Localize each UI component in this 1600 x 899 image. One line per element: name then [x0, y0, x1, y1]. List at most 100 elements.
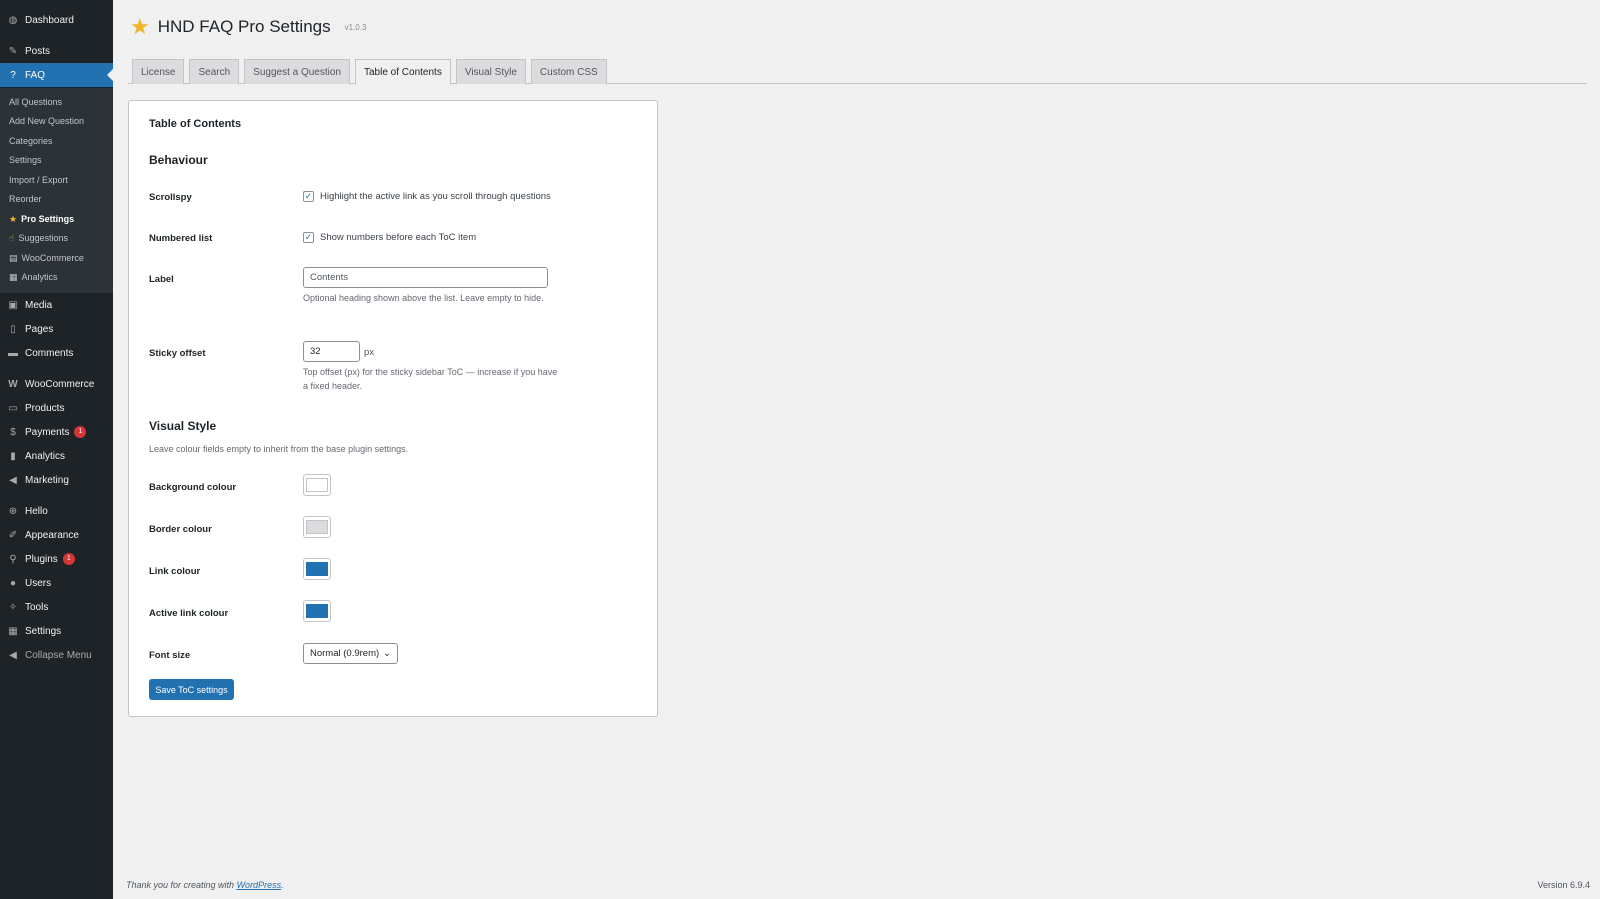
menu-analytics[interactable]: ▮ Analytics: [0, 444, 113, 468]
tab-table-of-contents[interactable]: Table of Contents: [355, 59, 451, 85]
wordpress-link[interactable]: WordPress: [237, 880, 282, 890]
wrench-icon: ✧: [8, 601, 18, 613]
scrollspy-checkbox[interactable]: ✓: [303, 191, 314, 202]
submenu-label: WooCommerce: [21, 253, 84, 263]
menu-faq[interactable]: ? FAQ: [0, 63, 113, 87]
dashboard-icon: ◍: [8, 14, 18, 26]
menu-pages[interactable]: ▯ Pages: [0, 317, 113, 341]
page-title: HND FAQ Pro Settings: [157, 17, 331, 36]
save-toc-settings-button[interactable]: Save ToC settings: [149, 679, 234, 700]
footer-thanks-suffix: .: [281, 880, 284, 890]
submenu-categories[interactable]: Categories: [9, 134, 53, 148]
label-field-label: Label: [149, 274, 174, 285]
menu-label: Users: [25, 577, 52, 589]
menu-label: Dashboard: [25, 14, 74, 26]
user-icon: ●: [9, 577, 17, 589]
border-colour-picker[interactable]: [303, 516, 331, 538]
products-icon: ▭: [8, 402, 18, 414]
menu-appearance[interactable]: ✐ Appearance: [0, 523, 113, 547]
sticky-offset-label: Sticky offset: [149, 348, 206, 359]
submenu-label: Categories: [9, 136, 53, 146]
numbered-list-option[interactable]: ✓ Show numbers before each ToC item: [303, 232, 476, 243]
submenu-label: Reorder: [9, 194, 42, 204]
chevron-down-icon: ⌄: [383, 648, 391, 659]
pin-icon: ✎: [8, 45, 18, 57]
toc-settings-panel: Table of Contents Behaviour Scrollspy ✓ …: [128, 100, 658, 717]
collapse-menu-button[interactable]: ◀ Collapse Menu: [0, 643, 113, 667]
behaviour-heading: Behaviour: [149, 153, 208, 167]
submenu-settings[interactable]: Settings: [9, 153, 42, 167]
font-size-label: Font size: [149, 650, 191, 661]
payments-icon: $: [10, 426, 16, 438]
menu-comments[interactable]: ▬ Comments: [0, 341, 113, 365]
menu-label: Comments: [25, 347, 74, 359]
menu-label: Settings: [25, 625, 62, 637]
submenu-add-new-question[interactable]: Add New Question: [9, 114, 84, 128]
plus-circle-icon: ⊕: [8, 505, 18, 517]
tab-search[interactable]: Search: [189, 59, 240, 84]
media-icon: ▣: [8, 299, 18, 311]
comment-icon: ▬: [8, 347, 18, 359]
menu-label: Marketing: [25, 474, 69, 486]
menu-label: FAQ: [25, 69, 46, 81]
menu-products[interactable]: ▭ Products: [0, 396, 113, 420]
scrollspy-option[interactable]: ✓ Highlight the active link as you scrol…: [303, 191, 551, 202]
active-link-colour-label: Active link colour: [149, 608, 229, 619]
numbered-list-checkbox-text: Show numbers before each ToC item: [320, 232, 477, 243]
update-badge: 1: [62, 553, 75, 565]
faq-submenu: All Questions Add New Question Categorie…: [0, 88, 113, 293]
submenu-reorder[interactable]: Reorder: [9, 192, 42, 206]
menu-dashboard[interactable]: ◍ Dashboard: [0, 8, 113, 32]
menu-label: Hello: [25, 505, 48, 517]
cart-icon: ▤: [9, 252, 18, 263]
numbered-list-checkbox[interactable]: ✓: [303, 232, 314, 243]
active-link-colour-picker[interactable]: [303, 600, 331, 622]
menu-posts[interactable]: ✎ Posts: [0, 39, 113, 63]
submenu-woocommerce[interactable]: ▤ WooCommerce: [9, 251, 84, 265]
menu-tools[interactable]: ✧ Tools: [0, 595, 113, 619]
menu-payments[interactable]: $ Payments 1: [0, 420, 113, 444]
background-colour-picker[interactable]: [303, 474, 331, 496]
sticky-offset-description: Top offset (px) for the sticky sidebar T…: [303, 367, 558, 391]
link-colour-picker[interactable]: [303, 558, 331, 580]
colour-swatch: [306, 478, 328, 492]
menu-woocommerce[interactable]: W WooCommerce: [0, 372, 113, 396]
menu-users[interactable]: ● Users: [0, 571, 113, 595]
menu-label: Analytics: [25, 450, 66, 462]
colour-swatch: [306, 562, 328, 576]
menu-label: Media: [25, 299, 53, 311]
background-colour-label: Background colour: [149, 482, 237, 493]
page-header: ★ HND FAQ Pro Settings v1.0.3: [130, 14, 366, 40]
pages-icon: ▯: [10, 323, 16, 335]
tab-suggest-a-question[interactable]: Suggest a Question: [244, 59, 350, 84]
tab-visual-style[interactable]: Visual Style: [455, 59, 526, 84]
menu-hello[interactable]: ⊕ Hello: [0, 499, 113, 523]
colour-swatch: [306, 520, 328, 534]
menu-marketing[interactable]: ◀ Marketing: [0, 468, 113, 492]
menu-settings[interactable]: ▦ Settings: [0, 619, 113, 643]
tab-license[interactable]: License: [132, 59, 185, 84]
toc-label-input[interactable]: Contents: [303, 267, 548, 288]
scrollspy-checkbox-text: Highlight the active link as you scroll …: [320, 191, 551, 202]
panel-heading: Table of Contents: [149, 118, 242, 130]
menu-media[interactable]: ▣ Media: [0, 293, 113, 317]
submenu-pro-settings[interactable]: ★ Pro Settings: [9, 212, 74, 226]
visual-style-heading: Visual Style: [149, 419, 217, 433]
submenu-all-questions[interactable]: All Questions: [9, 95, 62, 109]
menu-label: Payments: [25, 426, 70, 438]
submenu-suggestions[interactable]: ☝ Suggestions: [9, 231, 68, 245]
scrollspy-label: Scrollspy: [149, 192, 192, 203]
tab-custom-css[interactable]: Custom CSS: [530, 59, 607, 84]
brush-icon: ✐: [8, 529, 18, 541]
numbered-list-label: Numbered list: [149, 233, 213, 244]
footer-thanks-text: Thank you for creating with: [126, 880, 237, 890]
question-icon: ?: [10, 69, 16, 81]
submenu-analytics[interactable]: ▦ Analytics: [9, 270, 58, 284]
menu-label: Appearance: [25, 529, 79, 541]
plug-icon: ⚲: [9, 553, 17, 565]
sticky-offset-input[interactable]: 32: [303, 341, 360, 362]
font-size-select[interactable]: Normal (0.9rem) ⌄: [303, 643, 398, 664]
border-colour-label: Border colour: [149, 524, 212, 535]
submenu-import-export[interactable]: Import / Export: [9, 173, 68, 187]
menu-plugins[interactable]: ⚲ Plugins 1: [0, 547, 113, 571]
